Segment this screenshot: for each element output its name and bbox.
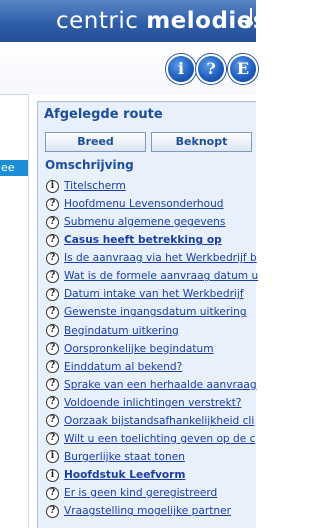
- route-item[interactable]: ? Hoofdmenu Levensonderhoud: [46, 196, 276, 212]
- compact-view-button[interactable]: Beknopt: [151, 132, 252, 152]
- route-item-link[interactable]: Begindatum uitkering: [64, 325, 179, 337]
- route-list: i Titelscherm? Hoofdmenu Levensonderhoud? S…: [46, 178, 276, 521]
- question-icon: ?: [46, 342, 59, 356]
- question-icon: ?: [46, 360, 59, 374]
- route-item-link[interactable]: Datum intake van het Werkbedrijf: [64, 288, 244, 300]
- route-item-link[interactable]: Oorspronkelijke begindatum: [64, 343, 214, 355]
- question-icon: ?: [46, 305, 59, 319]
- route-item[interactable]: ? Voldoende inlichtingen verstrekt?: [46, 395, 276, 411]
- route-item[interactable]: ? Is de aanvraag via het Werkbedrijf b: [46, 250, 276, 266]
- logo-prefix: centric: [56, 8, 147, 34]
- music-note-icon: [245, 8, 253, 26]
- logo-name: melodies: [146, 8, 256, 34]
- route-item-link[interactable]: Vraagstelling mogelijke partner: [64, 505, 231, 517]
- route-item[interactable]: ? Vraagstelling mogelijke partner: [46, 503, 276, 519]
- route-item-link[interactable]: Wat is de formele aanvraag datum u: [64, 270, 258, 282]
- question-icon: ?: [46, 324, 59, 337]
- route-item[interactable]: ? Oorzaak bijstandsafhankelijkheid cli: [46, 413, 276, 429]
- route-item-link[interactable]: Wilt u een toelichting geven op de c: [64, 433, 255, 445]
- question-icon: ?: [46, 287, 59, 301]
- route-item-link[interactable]: Voldoende inlichtingen verstrekt?: [64, 397, 241, 409]
- route-item[interactable]: ? Begindatum uitkering: [46, 323, 276, 339]
- route-item-link[interactable]: Burgerlijke staat tonen: [64, 451, 185, 463]
- route-item-link[interactable]: Submenu algemene gegevens: [64, 216, 225, 228]
- question-icon: ?: [46, 486, 59, 500]
- route-item-link[interactable]: Is de aanvraag via het Werkbedrijf b: [64, 252, 257, 264]
- route-item[interactable]: ? Gewenste ingangsdatum uitkering: [46, 304, 276, 320]
- route-item[interactable]: ? Datum intake van het Werkbedrijf: [46, 286, 276, 302]
- route-item-link[interactable]: Einddatum al bekend?: [64, 361, 182, 373]
- question-icon: ?: [46, 396, 59, 410]
- route-item[interactable]: ? Wat is de formele aanvraag datum u: [46, 268, 276, 284]
- route-item-link[interactable]: Er is geen kind geregistreerd: [64, 487, 217, 499]
- route-item-link[interactable]: Sprake van een herhaalde aanvraag: [64, 379, 257, 391]
- question-icon: ?: [46, 378, 59, 392]
- route-item[interactable]: ? Submenu algemene gegevens: [46, 214, 276, 230]
- exit-icon: E: [236, 59, 250, 78]
- route-panel: Afgelegde route Breed Beknopt Omschrijvi…: [37, 101, 258, 528]
- app-logo: centric melodies: [56, 8, 256, 34]
- route-item-link[interactable]: Hoofdstuk Leefvorm: [64, 469, 185, 481]
- info-button[interactable]: i: [166, 54, 196, 84]
- route-item[interactable]: ? Einddatum al bekend?: [46, 359, 276, 375]
- route-item[interactable]: i Burgerlijke staat tonen: [46, 449, 276, 465]
- route-item-link[interactable]: Titelscherm: [64, 180, 126, 192]
- question-icon: ?: [46, 269, 59, 283]
- route-item[interactable]: ? Casus heeft betrekking op: [46, 232, 276, 248]
- question-icon: ?: [46, 251, 59, 265]
- left-nav-selected-item[interactable]: ee: [0, 160, 28, 176]
- panel-title: Afgelegde route: [44, 107, 163, 122]
- route-item[interactable]: ? Er is geen kind geregistreerd: [46, 485, 276, 501]
- route-item-link[interactable]: Casus heeft betrekking op: [64, 234, 222, 246]
- route-item[interactable]: ? Sprake van een herhaalde aanvraag: [46, 377, 276, 393]
- question-icon: ?: [46, 197, 59, 211]
- question-icon: ?: [46, 414, 59, 428]
- info-icon: i: [46, 468, 59, 482]
- section-title: Omschrijving: [45, 158, 134, 172]
- exit-button[interactable]: E: [228, 54, 258, 84]
- app-header: centric melodies: [0, 0, 256, 42]
- route-item-link[interactable]: Hoofdmenu Levensonderhoud: [64, 198, 224, 210]
- route-item[interactable]: ? Oorspronkelijke begindatum: [46, 341, 276, 357]
- question-icon: ?: [46, 432, 59, 446]
- question-icon: ?: [46, 215, 59, 229]
- route-item-link[interactable]: Gewenste ingangsdatum uitkering: [64, 306, 247, 318]
- info-icon: i: [46, 179, 59, 193]
- question-icon: ?: [46, 504, 59, 518]
- help-button[interactable]: ?: [196, 54, 226, 84]
- question-icon: ?: [46, 233, 59, 247]
- panel-divider: [28, 94, 29, 528]
- info-icon: i: [177, 59, 185, 78]
- route-item[interactable]: ? Wilt u een toelichting geven op de c: [46, 431, 276, 447]
- route-item[interactable]: i Titelscherm: [46, 178, 276, 194]
- route-item[interactable]: i Hoofdstuk Leefvorm: [46, 467, 276, 483]
- wide-view-button[interactable]: Breed: [45, 132, 146, 152]
- info-icon: i: [46, 450, 59, 464]
- route-item-link[interactable]: Oorzaak bijstandsafhankelijkheid cli: [64, 415, 254, 427]
- help-icon: ?: [206, 59, 216, 78]
